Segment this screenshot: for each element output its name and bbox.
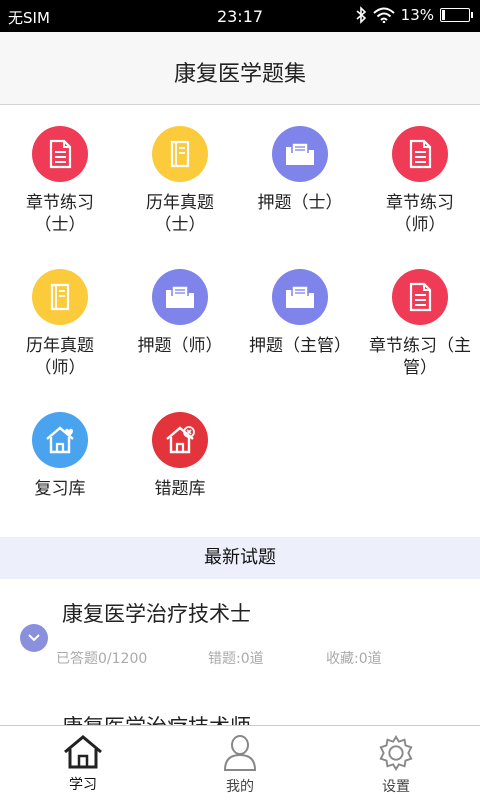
grid-item-label: 押题（主管） [249,336,351,356]
chevron-down-icon [28,634,40,642]
status-bar: 无SIM 23:17 13% [0,0,480,32]
tab-study[interactable]: 学习 [3,726,163,800]
home-heart-icon [32,412,88,468]
book-icon [32,269,88,325]
battery-percent: 13% [400,6,434,24]
folder-icon [272,269,328,325]
grid-item-label: 押题（士） [257,193,343,213]
grid-item-label: 章节练习 （士） [26,193,94,235]
tab-label: 我的 [226,779,254,795]
gear-icon [379,735,413,771]
battery-icon [440,8,473,22]
grid-item-label: 历年真题 （士） [146,193,214,235]
page-title: 康复医学题集 [173,62,306,87]
grid-item-label: 章节练习 （师） [386,193,454,235]
grid-item-label: 历年真题 （师） [26,336,94,378]
book-icon [152,126,208,182]
grid-item-chapter-practice-zhuguan[interactable]: 章节练习（主 管） [360,269,480,379]
tab-label: 学习 [69,777,97,793]
grid-item-chapter-practice-shi2[interactable]: 章节练习 （师） [360,126,480,236]
grid-item-predicted-shi[interactable]: 押题（士） [240,126,360,214]
app-header: 康复医学题集 [0,32,480,105]
exam-item-title[interactable]: 康复医学治疗技术士 [62,598,251,628]
favorites-count: 收藏:0道 [326,651,382,667]
grid-item-past-exams-shi2[interactable]: 历年真题 （师） [0,269,120,379]
document-icon [392,269,448,325]
grid-item-label: 押题（师） [137,336,223,356]
answered-count: 已答题0/1200 [56,651,148,667]
home-close-icon [152,412,208,468]
bottom-tab-bar: 学习 我的 设置 [0,725,480,800]
grid-item-past-exams-shi[interactable]: 历年真题 （士） [120,126,240,236]
grid-item-wrong-library[interactable]: 错题库 [120,412,240,500]
folder-icon [152,269,208,325]
folder-icon [272,126,328,182]
tab-settings[interactable]: 设置 [316,726,476,800]
tab-label: 设置 [382,779,410,795]
house-icon [64,735,102,769]
document-icon [32,126,88,182]
bluetooth-icon [356,6,366,24]
grid-item-predicted-shi2[interactable]: 押题（师） [120,269,240,357]
grid-item-review-library[interactable]: 复习库 [0,412,120,500]
grid-item-label: 章节练习（主 管） [369,336,471,378]
battery-fill [442,10,445,20]
wrong-count: 错题:0道 [208,651,264,667]
latest-section-title: 最新试题 [204,547,276,568]
expand-button[interactable] [20,624,48,652]
latest-section-header: 最新试题 [0,537,480,579]
document-icon [392,126,448,182]
grid-item-label: 复习库 [34,479,86,499]
tab-mine[interactable]: 我的 [160,726,320,800]
wifi-icon [372,7,395,23]
user-icon [223,735,257,771]
grid-item-label: 错题库 [154,479,206,499]
grid-item-chapter-practice-shi[interactable]: 章节练习 （士） [0,126,120,236]
status-icons: 13% [355,6,473,24]
grid-item-predicted-zhuguan[interactable]: 押题（主管） [240,269,360,357]
